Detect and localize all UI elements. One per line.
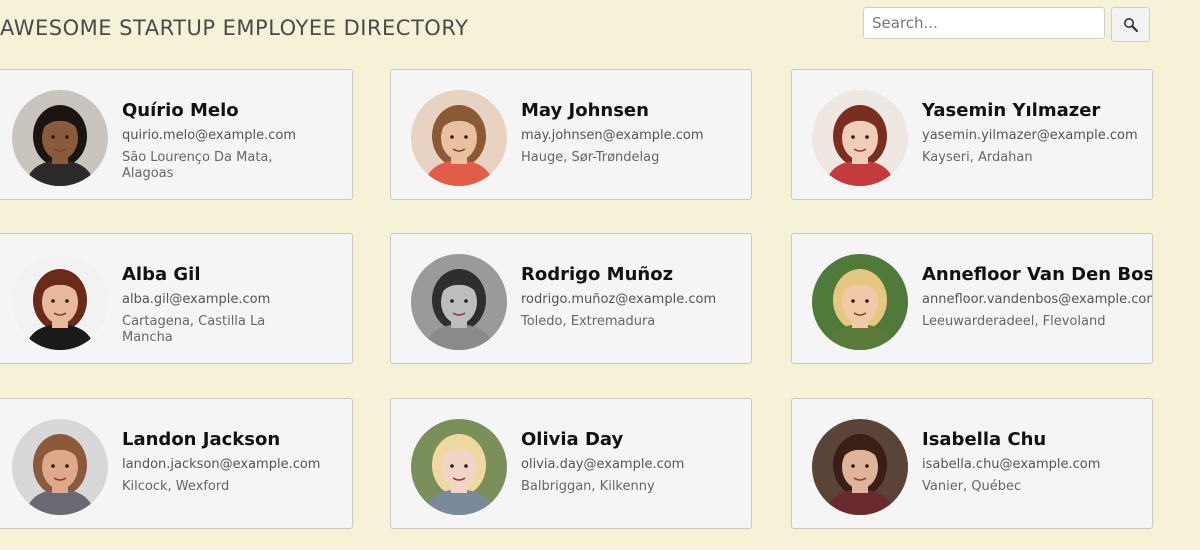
search-form — [863, 7, 1150, 42]
employee-name: May Johnsen — [521, 100, 649, 121]
employee-name: Isabella Chu — [922, 429, 1047, 450]
employee-name: Olivia Day — [521, 429, 624, 450]
employee-name: Yasemin Yılmazer — [922, 100, 1101, 121]
employee-location: Cartagena, Castilla La Mancha — [122, 314, 266, 345]
employee-info: Yasemin Yılmazer yasemin.yilmazer@example… — [922, 100, 1152, 166]
employee-avatar — [411, 90, 507, 186]
employee-location: Kilcock, Wexford — [122, 479, 230, 494]
employee-avatar — [411, 419, 507, 515]
search-input[interactable] — [863, 7, 1105, 39]
employee-name: Landon Jackson — [122, 429, 281, 450]
employee-card[interactable]: Olivia Day olivia.day@example.com Balbrigg… — [390, 398, 752, 529]
employee-info: Isabella Chu isabella.chu@example.com Vani… — [922, 429, 1152, 495]
employee-name: Quírio Melo — [122, 100, 239, 121]
employee-name: Alba Gil — [122, 264, 201, 285]
employee-info: Rodrigo Muñoz rodrigo.muñoz@example.com To… — [521, 264, 751, 330]
employee-card[interactable]: Landon Jackson landon.jackson@example.com… — [0, 398, 353, 529]
employee-card[interactable]: Rodrigo Muñoz rodrigo.muñoz@example.com To… — [390, 233, 752, 364]
employee-card[interactable]: Annefloor Van Den Bos annefloor.vandenbos… — [791, 233, 1153, 364]
employee-location: Toledo, Extremadura — [521, 314, 656, 329]
employee-email: alba.gil@example.com — [122, 292, 271, 307]
employee-card[interactable]: May Johnsen may.johnsen@example.com Hauge,… — [390, 69, 752, 200]
employee-info: Annefloor Van Den Bos annefloor.vandenbos… — [922, 264, 1153, 330]
employee-card[interactable]: Isabella Chu isabella.chu@example.com Vani… — [791, 398, 1153, 529]
employee-email: may.johnsen@example.com — [521, 128, 704, 143]
employee-email: quirio.melo@example.com — [122, 128, 296, 143]
employee-avatar — [812, 419, 908, 515]
employee-card[interactable]: Yasemin Yılmazer yasemin.yilmazer@example… — [791, 69, 1153, 200]
employee-location: Vanier, Québec — [922, 479, 1022, 494]
employee-avatar — [12, 254, 108, 350]
employee-location: Hauge, Sør-Trøndelag — [521, 150, 660, 165]
employee-info: Olivia Day olivia.day@example.com Balbrigg… — [521, 429, 751, 495]
employee-avatar — [12, 90, 108, 186]
employee-card[interactable]: Quírio Melo quirio.melo@example.com São Lo… — [0, 69, 353, 200]
employee-avatar — [812, 254, 908, 350]
employee-email: yasemin.yilmazer@example.com — [922, 128, 1138, 143]
employee-info: May Johnsen may.johnsen@example.com Hauge,… — [521, 100, 751, 166]
employee-avatar — [812, 90, 908, 186]
employee-avatar — [12, 419, 108, 515]
employee-email: rodrigo.muñoz@example.com — [521, 292, 717, 307]
employee-email: landon.jackson@example.com — [122, 457, 321, 472]
employee-name: Annefloor Van Den Bos — [922, 264, 1153, 285]
search-button[interactable] — [1111, 7, 1150, 42]
employee-info: Alba Gil alba.gil@example.com Cartagena, C… — [122, 264, 352, 346]
employee-location: Leeuwarderadeel, Flevoland — [922, 314, 1106, 329]
search-icon — [1123, 17, 1138, 32]
employee-location: Kayseri, Ardahan — [922, 150, 1033, 165]
employee-name: Rodrigo Muñoz — [521, 264, 674, 285]
employee-location: Balbriggan, Kilkenny — [521, 479, 655, 494]
employee-email: isabella.chu@example.com — [922, 457, 1101, 472]
employee-location: São Lourenço Da Mata, Alagoas — [122, 150, 273, 181]
employee-email: annefloor.vandenbos@example.com — [922, 292, 1153, 307]
page-title: AWESOME STARTUP EMPLOYEE DIRECTORY — [0, 16, 469, 40]
employee-info: Quírio Melo quirio.melo@example.com São Lo… — [122, 100, 352, 182]
employee-email: olivia.day@example.com — [521, 457, 685, 472]
employee-avatar — [411, 254, 507, 350]
employee-card[interactable]: Alba Gil alba.gil@example.com Cartagena, C… — [0, 233, 353, 364]
employee-info: Landon Jackson landon.jackson@example.com… — [122, 429, 352, 495]
